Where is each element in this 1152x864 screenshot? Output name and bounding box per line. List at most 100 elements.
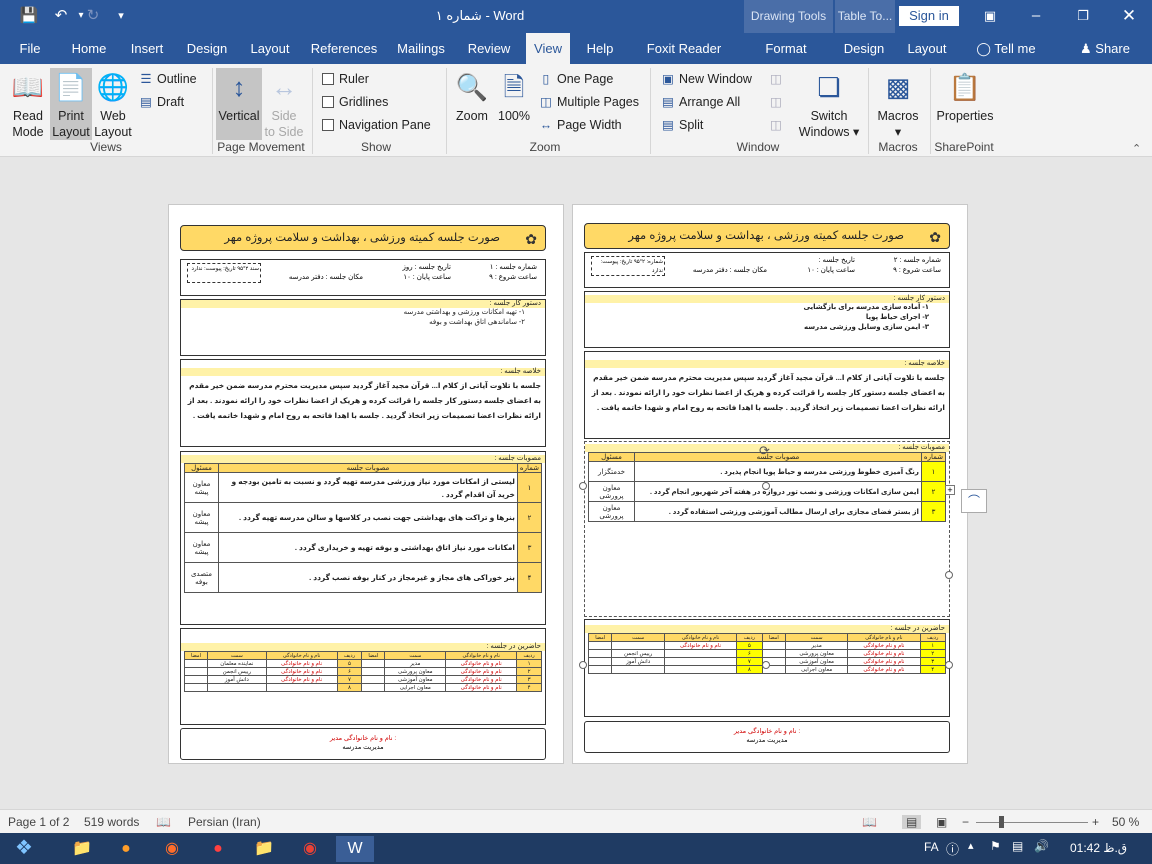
page-width-button[interactable]: ↔ Page Width <box>538 115 622 135</box>
attendee-name: نام و نام خانوادگی <box>847 649 921 658</box>
tab-format[interactable]: Format <box>746 33 826 64</box>
macros-button[interactable]: ▩ Macros ▾ <box>872 68 924 140</box>
ruler-checkbox[interactable]: Ruler <box>322 69 369 89</box>
clock[interactable]: ق.ظ 01:42 <box>1070 841 1127 855</box>
decisions-table[interactable]: شماره مصوبات جلسه مسئول ۱ لیستی از امکانات … <box>184 463 543 593</box>
reset-window-position-icon[interactable]: ◫ <box>768 115 787 135</box>
arrange-all-button[interactable]: ▤ Arrange All <box>660 92 740 112</box>
resize-handle[interactable] <box>945 661 953 669</box>
outline-icon: ☰ <box>140 72 152 86</box>
ribbon-display-options-icon[interactable]: ▣ <box>976 4 1004 28</box>
tab-help[interactable]: Help <box>580 33 620 64</box>
page-count[interactable]: Page 1 of 2 <box>8 815 69 829</box>
outline-button[interactable]: ☰ Outline <box>138 69 196 89</box>
zoom-slider-thumb[interactable] <box>998 816 1004 828</box>
attendees-table[interactable]: ردیف نام و نام خانوادگی سمت امضا ردیف نام و ن… <box>184 651 542 692</box>
app-icon[interactable]: ● <box>108 836 144 862</box>
navigation-pane-checkbox[interactable]: Navigation Pane <box>322 115 431 135</box>
close-icon[interactable]: ✕ <box>1115 4 1143 28</box>
tab-layout[interactable]: Layout <box>244 33 296 64</box>
attendee-role <box>207 683 267 692</box>
zoom-slider[interactable] <box>976 822 1088 823</box>
split-button[interactable]: ▤ Split <box>660 115 703 135</box>
multiple-pages-button[interactable]: ◫ Multiple Pages <box>538 92 639 112</box>
volume-icon[interactable]: 🔊 <box>1034 839 1049 853</box>
word-count[interactable]: 519 words <box>84 815 139 829</box>
redo-icon[interactable]: ↻ <box>82 6 104 26</box>
zoom-level[interactable]: 50 % <box>1112 815 1139 829</box>
tab-review[interactable]: Review <box>462 33 516 64</box>
draft-icon: ▤ <box>140 95 152 109</box>
web-layout-view-icon[interactable]: ▣ <box>936 815 947 829</box>
properties-button[interactable]: 📋 Properties <box>934 68 996 124</box>
start-icon[interactable]: ❖ <box>4 833 44 864</box>
tab-view[interactable]: View <box>526 33 570 64</box>
tab-table-design[interactable]: Design <box>838 33 890 64</box>
app-icon[interactable]: ● <box>200 836 236 862</box>
layout-options-icon[interactable]: ⌒ <box>961 489 987 513</box>
firefox-icon[interactable]: ◉ <box>154 836 190 862</box>
tab-table-layout[interactable]: Layout <box>900 33 954 64</box>
resize-handle[interactable] <box>579 661 587 669</box>
resize-handle[interactable] <box>579 482 587 490</box>
rotate-handle-icon[interactable]: ⟳ <box>759 443 770 459</box>
web-layout-button[interactable]: 🌐 Web Layout <box>92 68 134 140</box>
zoom-button[interactable]: 🔍 Zoom <box>452 68 492 124</box>
tab-mailings[interactable]: Mailings <box>392 33 450 64</box>
draft-button[interactable]: ▤ Draft <box>138 92 184 112</box>
zoom-100-button[interactable]: 🗎 100% <box>494 68 534 124</box>
table-row: ۲ نام و نام خانوادگی معاون پرورشی ۶ رییس انج… <box>587 649 947 658</box>
chrome-icon[interactable]: ◉ <box>292 836 328 862</box>
help-icon[interactable]: ⓘ <box>946 839 959 858</box>
zoom-in-icon[interactable]: + <box>1092 815 1099 829</box>
attendee-role: معاون اجرایی <box>384 683 447 692</box>
network-icon[interactable]: ▤ <box>1012 839 1023 853</box>
restore-icon[interactable]: ❐ <box>1069 4 1097 28</box>
read-mode-button[interactable]: 📖 Read Mode <box>6 68 50 140</box>
save-icon[interactable]: 💾 <box>18 6 40 26</box>
gridlines-checkbox[interactable]: Gridlines <box>322 92 388 112</box>
read-mode-view-icon[interactable]: 📖 <box>862 815 877 829</box>
word-taskbar-icon[interactable]: W <box>336 836 374 862</box>
view-side-by-side-icon[interactable]: ◫ <box>768 69 787 89</box>
status-bar: Page 1 of 2 519 words 📖 Persian (Iran) 📖… <box>0 809 1152 833</box>
input-language[interactable]: FA <box>924 840 939 854</box>
table-row: ۱ نام و نام خانوادگی مدیر ۵ نام و نام خانواد… <box>184 659 542 668</box>
table-move-icon[interactable]: + <box>945 485 955 495</box>
attendee-name <box>663 657 738 666</box>
resize-handle[interactable] <box>762 482 770 490</box>
flag-icon[interactable]: ⚑ <box>990 839 1001 853</box>
undo-icon[interactable]: ↶ <box>50 6 72 26</box>
synchronous-scrolling-icon[interactable]: ◫ <box>768 92 787 112</box>
share-button[interactable]: ♟ Share <box>1074 33 1136 64</box>
minimize-icon[interactable]: – <box>1022 4 1050 28</box>
sign-in-button[interactable]: Sign in <box>899 6 959 26</box>
resize-handle[interactable] <box>762 661 770 669</box>
attendee-name <box>265 683 338 692</box>
print-layout-button[interactable]: 📄 Print Layout <box>50 68 92 140</box>
tab-file[interactable]: File <box>8 33 52 64</box>
proofing-icon[interactable]: 📖 <box>156 815 171 829</box>
switch-windows-button[interactable]: ❏ Switch Windows ▾ <box>798 68 860 140</box>
tab-home[interactable]: Home <box>64 33 114 64</box>
tab-insert[interactable]: Insert <box>124 33 170 64</box>
new-window-button[interactable]: ▣ New Window <box>660 69 752 89</box>
decisions-box-selected[interactable]: مصوبات جلسه : شماره مصوبات جلسه مسئول ۱ رنگ… <box>584 441 950 617</box>
tray-arrow-icon[interactable]: ▴ <box>968 839 974 852</box>
folder-icon[interactable]: 📁 <box>246 836 282 862</box>
tab-design[interactable]: Design <box>180 33 234 64</box>
tell-me-search[interactable]: ◯ Tell me <box>966 33 1046 64</box>
print-layout-view-icon[interactable]: ▤ <box>902 815 922 829</box>
tab-foxit-reader-pdf[interactable]: Foxit Reader PDF <box>632 33 736 87</box>
language[interactable]: Persian (Iran) <box>188 815 261 829</box>
one-page-button[interactable]: ▯ One Page <box>538 69 614 89</box>
side-to-side-button[interactable]: ↔ Side to Side <box>264 68 304 140</box>
zoom-out-icon[interactable]: − <box>962 815 969 829</box>
collapse-ribbon-icon[interactable]: ⌃ <box>1132 142 1141 155</box>
resize-handle[interactable] <box>945 571 953 579</box>
customize-icon[interactable]: ▾ <box>110 6 132 26</box>
vertical-button[interactable]: ↕ Vertical <box>216 68 262 140</box>
file-explorer-icon[interactable]: 📁 <box>64 836 100 862</box>
attendee-name: نام و نام خانوادگی <box>445 667 518 676</box>
tab-references[interactable]: References <box>306 33 382 64</box>
